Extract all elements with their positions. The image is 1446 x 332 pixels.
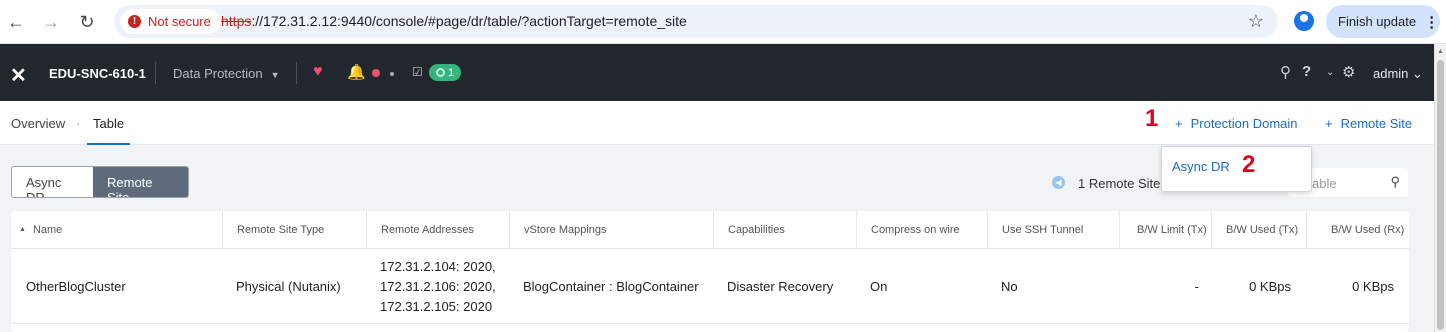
nutanix-logo-icon[interactable]: ✕: [10, 63, 27, 88]
remote-site-toggle[interactable]: Remote Site: [93, 167, 188, 197]
finish-update-button[interactable]: Finish update ⋮: [1326, 5, 1440, 38]
table-row[interactable]: OtherBlogCluster Physical (Nutanix) 172.…: [11, 249, 1409, 324]
help-icon[interactable]: ?: [1302, 63, 1311, 80]
tasks-badge[interactable]: 1: [429, 64, 461, 81]
cell-ssh: No: [1001, 279, 1018, 294]
column-header-bw-used-tx[interactable]: B/W Used (Tx): [1211, 211, 1306, 249]
scrollbar-thumb[interactable]: [1437, 60, 1444, 330]
cell-name: OtherBlogCluster: [26, 279, 126, 294]
column-header-compress[interactable]: Compress on wire: [856, 211, 987, 249]
tab-overview[interactable]: Overview: [11, 116, 65, 131]
health-heart-icon[interactable]: ♥: [313, 63, 323, 81]
plus-icon: +: [1325, 116, 1333, 131]
view-toggle: Async DR Remote Site: [11, 166, 189, 198]
chevron-down-icon: ▼: [270, 70, 280, 80]
remote-site-count: 1 Remote Site: [1078, 176, 1161, 191]
protection-domain-label: Protection Domain: [1190, 116, 1298, 131]
sort-ascending-icon: ▲: [19, 226, 26, 233]
address-line: 172.31.2.105: 2020: [380, 298, 493, 314]
add-protection-domain-link[interactable]: + Protection Domain: [1175, 116, 1298, 131]
star-icon[interactable]: ☆: [1248, 11, 1264, 32]
column-header-ssh[interactable]: Use SSH Tunnel: [987, 211, 1119, 249]
reload-icon[interactable]: ↻: [75, 10, 99, 34]
profile-icon[interactable]: [1294, 11, 1314, 31]
alert-status-dot[interactable]: [372, 69, 380, 77]
address-bar[interactable]: ! Not secure https://172.31.2.12:9440/co…: [114, 5, 1278, 38]
event-dot[interactable]: [390, 72, 394, 76]
table-header: ▲ Name Remote Site Type Remote Addresses …: [11, 211, 1409, 249]
task-ring-icon: [435, 68, 445, 77]
column-label: Name: [32, 224, 63, 236]
filter-placeholder: able: [1312, 176, 1337, 191]
annotation-marker-2: 2: [1242, 151, 1256, 178]
annotation-marker-1: 1: [1145, 105, 1159, 132]
warning-icon: !: [128, 15, 141, 28]
security-label: Not secure: [148, 14, 211, 29]
help-chevron-down-icon[interactable]: ⌄: [1326, 67, 1334, 78]
kebab-menu-icon: ⋮: [1424, 13, 1440, 31]
finish-update-label: Finish update: [1338, 14, 1417, 29]
cell-capabilities: Disaster Recovery: [727, 279, 834, 294]
tasks-icon[interactable]: ☑: [412, 65, 423, 79]
cell-bw-limit-tx: -: [1194, 279, 1199, 294]
app-header: ✕ EDU-SNC-610-1 Data Protection ▼ ♥ 🔔 ☑ 1…: [0, 44, 1434, 101]
column-header-bw-limit-tx[interactable]: B/W Limit (Tx): [1119, 211, 1211, 249]
cell-bw-used-tx: 0 KBps: [1249, 279, 1291, 294]
section-label: Data Protection: [173, 66, 263, 81]
remote-site-table: ▲ Name Remote Site Type Remote Addresses …: [11, 211, 1409, 332]
scroll-up-icon[interactable]: ▲: [1437, 48, 1444, 55]
tab-separator: ·: [76, 116, 81, 131]
address-line: 172.31.2.106: 2020,: [380, 278, 496, 294]
column-header-name[interactable]: ▲ Name: [19, 211, 222, 249]
cell-bw-used-rx: 0 KBps: [1352, 279, 1394, 294]
column-header-addresses[interactable]: Remote Addresses: [366, 211, 509, 249]
sub-navigation: Overview · Table 1 + Protection Domain + R…: [0, 101, 1434, 145]
dropdown-item-async-dr[interactable]: Async DR: [1172, 159, 1230, 174]
user-menu[interactable]: admin ⌄: [1373, 66, 1423, 82]
cell-type: Physical (Nutanix): [236, 279, 341, 294]
column-header-type[interactable]: Remote Site Type: [222, 211, 366, 249]
column-header-bw-used-rx[interactable]: B/W Used (Rx): [1306, 211, 1409, 249]
url-path: ://172.31.2.12:9440/console/#page/dr/tab…: [251, 13, 687, 29]
header-divider: [155, 62, 156, 84]
browser-toolbar: ← → ↻ ! Not secure https://172.31.2.12:9…: [0, 0, 1446, 44]
cell-addresses: 172.31.2.104: 2020, 172.31.2.106: 2020, …: [380, 249, 496, 324]
search-icon[interactable]: ⚲: [1280, 63, 1291, 81]
protection-domain-dropdown: Async DR: [1161, 146, 1312, 192]
remote-site-label: Remote Site: [1340, 116, 1413, 131]
header-divider: [296, 62, 297, 84]
alert-bell-icon[interactable]: 🔔: [347, 63, 366, 81]
plus-icon: +: [1175, 116, 1183, 131]
back-arrow-icon[interactable]: ←: [4, 10, 28, 34]
address-line: 172.31.2.104: 2020,: [380, 258, 496, 274]
task-count: 1: [447, 66, 455, 79]
security-chip[interactable]: ! Not secure: [120, 9, 221, 34]
gear-icon[interactable]: ⚙: [1342, 63, 1355, 81]
url-scheme: https: [221, 13, 252, 29]
cell-vstore: BlogContainer : BlogContainer: [523, 279, 699, 294]
search-icon: ⚲: [1390, 174, 1400, 189]
page-scrollbar[interactable]: ▲: [1434, 44, 1446, 332]
url-text[interactable]: https://172.31.2.12:9440/console/#page/d…: [221, 13, 687, 29]
column-header-vstore[interactable]: vStore Mappings: [509, 211, 713, 249]
chevron-left-icon[interactable]: ◀: [1052, 176, 1065, 189]
user-chevron-down-icon: ⌄: [1412, 66, 1423, 81]
forward-arrow-icon[interactable]: →: [39, 10, 63, 34]
user-name: admin: [1373, 66, 1409, 81]
column-header-capabilities[interactable]: Capabilities: [713, 211, 856, 249]
async-dr-toggle[interactable]: Async DR: [12, 167, 93, 197]
add-remote-site-link[interactable]: + Remote Site: [1325, 116, 1412, 131]
cell-compress: On: [870, 279, 888, 294]
tab-table[interactable]: Table: [87, 101, 131, 145]
cluster-name[interactable]: EDU-SNC-610-1: [49, 66, 146, 81]
section-menu[interactable]: Data Protection ▼: [173, 66, 280, 81]
